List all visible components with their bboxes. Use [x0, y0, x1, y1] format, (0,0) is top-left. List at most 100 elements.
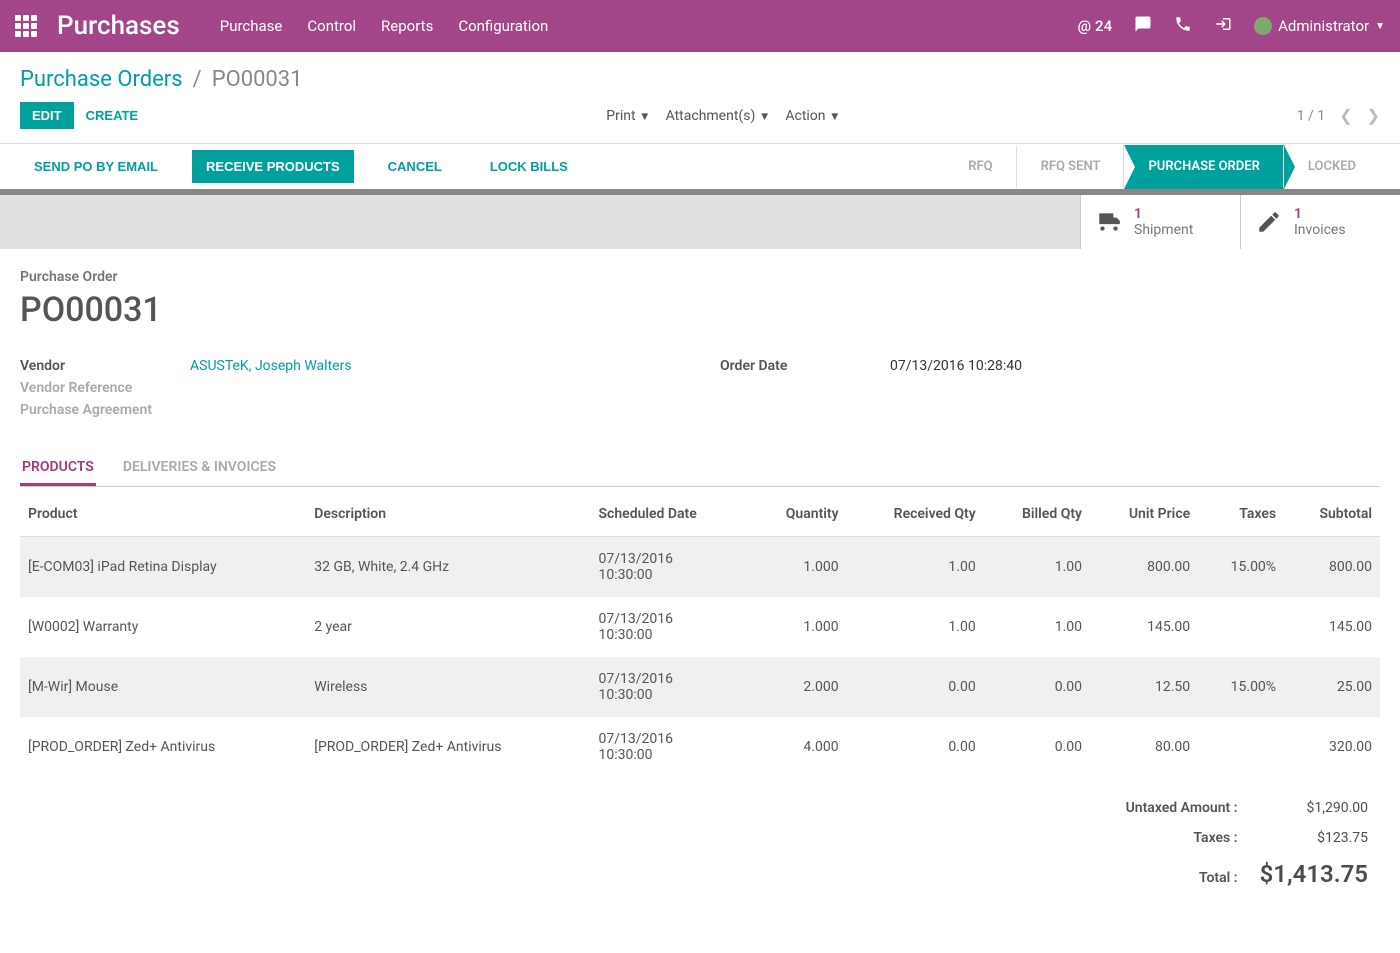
- vendor-ref-label: Vendor Reference: [20, 380, 190, 396]
- untaxed-value: $1,290.00: [1250, 794, 1378, 822]
- tab-products[interactable]: PRODUCTS: [20, 451, 96, 486]
- receive-products-button[interactable]: RECEIVE PRODUCTS: [192, 150, 354, 183]
- tab-deliveries-invoices[interactable]: DELIVERIES & INVOICES: [121, 451, 278, 486]
- cell-bqty: 1.00: [984, 537, 1090, 598]
- stage-purchase-order[interactable]: PURCHASE ORDER: [1124, 145, 1283, 189]
- action-dropdown[interactable]: Action ▼: [785, 108, 840, 124]
- cell-sub: 800.00: [1284, 537, 1380, 598]
- table-row[interactable]: [M-Wir] MouseWireless07/13/201610:30:002…: [20, 657, 1380, 717]
- cell-tax: 15.00%: [1198, 537, 1284, 598]
- cell-product: [W0002] Warranty: [20, 597, 306, 657]
- cell-product: [PROD_ORDER] Zed+ Antivirus: [20, 717, 306, 777]
- breadcrumb-root[interactable]: Purchase Orders: [20, 67, 183, 92]
- pager-prev-icon[interactable]: ❮: [1339, 106, 1352, 125]
- cell-sched: 07/13/201610:30:00: [591, 597, 751, 657]
- status-stages: RFQ RFQ SENT PURCHASE ORDER LOCKED: [944, 144, 1400, 189]
- table-row[interactable]: [E-COM03] iPad Retina Display32 GB, Whit…: [20, 537, 1380, 598]
- cell-desc: 2 year: [306, 597, 590, 657]
- th-unit-price[interactable]: Unit Price: [1090, 492, 1198, 537]
- order-date-label: Order Date: [720, 358, 890, 374]
- cell-qty: 1.000: [750, 537, 846, 598]
- cell-tax: [1198, 597, 1284, 657]
- taxes-label: Taxes :: [1116, 824, 1248, 852]
- total-value: $1,413.75: [1250, 854, 1378, 894]
- cancel-button[interactable]: CANCEL: [374, 150, 456, 183]
- table-row[interactable]: [PROD_ORDER] Zed+ Antivirus[PROD_ORDER] …: [20, 717, 1380, 777]
- cell-tax: [1198, 717, 1284, 777]
- cell-rqty: 1.00: [847, 597, 984, 657]
- cell-sched: 07/13/201610:30:00: [591, 657, 751, 717]
- total-label: Total :: [1116, 854, 1248, 894]
- form-sheet: Purchase Order PO00031 Vendor ASUSTeK, J…: [0, 249, 1400, 926]
- cell-sub: 320.00: [1284, 717, 1380, 777]
- lock-bills-button[interactable]: LOCK BILLS: [476, 150, 582, 183]
- th-scheduled[interactable]: Scheduled Date: [591, 492, 751, 537]
- topnav-menu: Purchase Control Reports Configuration: [220, 17, 549, 35]
- mention-badge[interactable]: @ 24: [1078, 17, 1113, 35]
- pager-counter: 1 / 1: [1297, 108, 1325, 124]
- print-dropdown[interactable]: Print ▼: [606, 108, 650, 124]
- menu-reports[interactable]: Reports: [381, 17, 433, 35]
- cell-product: [M-Wir] Mouse: [20, 657, 306, 717]
- cell-sched: 07/13/201610:30:00: [591, 537, 751, 598]
- cell-price: 145.00: [1090, 597, 1198, 657]
- phone-icon[interactable]: [1174, 15, 1192, 37]
- th-received-qty[interactable]: Received Qty: [847, 492, 984, 537]
- menu-configuration[interactable]: Configuration: [458, 17, 548, 35]
- attachments-dropdown[interactable]: Attachment(s) ▼: [666, 108, 771, 124]
- stage-rfq[interactable]: RFQ: [944, 145, 1016, 189]
- cell-price: 12.50: [1090, 657, 1198, 717]
- user-menu[interactable]: Administrator ▼: [1254, 17, 1385, 35]
- pager-next-icon[interactable]: ❯: [1367, 106, 1380, 125]
- invoices-stat-button[interactable]: 1 Invoices: [1240, 195, 1400, 249]
- breadcrumb: Purchase Orders / PO00031: [0, 52, 1400, 92]
- th-description[interactable]: Description: [306, 492, 590, 537]
- vendor-label: Vendor: [20, 358, 190, 374]
- create-button[interactable]: CREATE: [74, 102, 150, 129]
- order-lines-table: Product Description Scheduled Date Quant…: [20, 492, 1380, 777]
- statbar: 1 Shipment 1 Invoices: [0, 195, 1400, 249]
- brand-title[interactable]: Purchases: [57, 11, 180, 41]
- cell-bqty: 0.00: [984, 657, 1090, 717]
- avatar-icon: [1254, 17, 1272, 35]
- untaxed-label: Untaxed Amount :: [1116, 794, 1248, 822]
- cell-product: [E-COM03] iPad Retina Display: [20, 537, 306, 598]
- th-billed-qty[interactable]: Billed Qty: [984, 492, 1090, 537]
- th-quantity[interactable]: Quantity: [750, 492, 846, 537]
- vendor-value[interactable]: ASUSTeK, Joseph Walters: [190, 358, 352, 374]
- chat-icon[interactable]: [1134, 15, 1152, 37]
- taxes-value: $123.75: [1250, 824, 1378, 852]
- cell-rqty: 0.00: [847, 717, 984, 777]
- status-row: SEND PO BY EMAIL RECEIVE PRODUCTS CANCEL…: [0, 143, 1400, 195]
- cell-tax: 15.00%: [1198, 657, 1284, 717]
- send-po-button[interactable]: SEND PO BY EMAIL: [20, 150, 172, 183]
- record-type-label: Purchase Order: [20, 269, 1380, 285]
- login-icon[interactable]: [1214, 15, 1232, 37]
- cell-qty: 2.000: [750, 657, 846, 717]
- th-taxes[interactable]: Taxes: [1198, 492, 1284, 537]
- invoices-label: Invoices: [1294, 222, 1346, 238]
- shipment-stat-button[interactable]: 1 Shipment: [1080, 195, 1240, 249]
- cell-desc: [PROD_ORDER] Zed+ Antivirus: [306, 717, 590, 777]
- menu-control[interactable]: Control: [307, 17, 356, 35]
- caret-down-icon: ▼: [1375, 21, 1385, 32]
- th-subtotal[interactable]: Subtotal: [1284, 492, 1380, 537]
- cell-desc: Wireless: [306, 657, 590, 717]
- pencil-note-icon: [1256, 209, 1282, 235]
- mention-count: 24: [1095, 17, 1112, 35]
- cell-rqty: 1.00: [847, 537, 984, 598]
- apps-icon[interactable]: [15, 15, 37, 37]
- table-header-row: Product Description Scheduled Date Quant…: [20, 492, 1380, 537]
- cell-rqty: 0.00: [847, 657, 984, 717]
- stage-rfq-sent[interactable]: RFQ SENT: [1017, 145, 1125, 189]
- th-product[interactable]: Product: [20, 492, 306, 537]
- stage-locked[interactable]: LOCKED: [1284, 145, 1380, 189]
- cell-qty: 4.000: [750, 717, 846, 777]
- cell-bqty: 0.00: [984, 717, 1090, 777]
- edit-button[interactable]: EDIT: [20, 102, 74, 129]
- table-row[interactable]: [W0002] Warranty2 year07/13/201610:30:00…: [20, 597, 1380, 657]
- menu-purchase[interactable]: Purchase: [220, 17, 283, 35]
- totals: Untaxed Amount : $1,290.00 Taxes : $123.…: [20, 792, 1380, 896]
- cell-desc: 32 GB, White, 2.4 GHz: [306, 537, 590, 598]
- topnav-right: @ 24 Administrator ▼: [1078, 15, 1385, 37]
